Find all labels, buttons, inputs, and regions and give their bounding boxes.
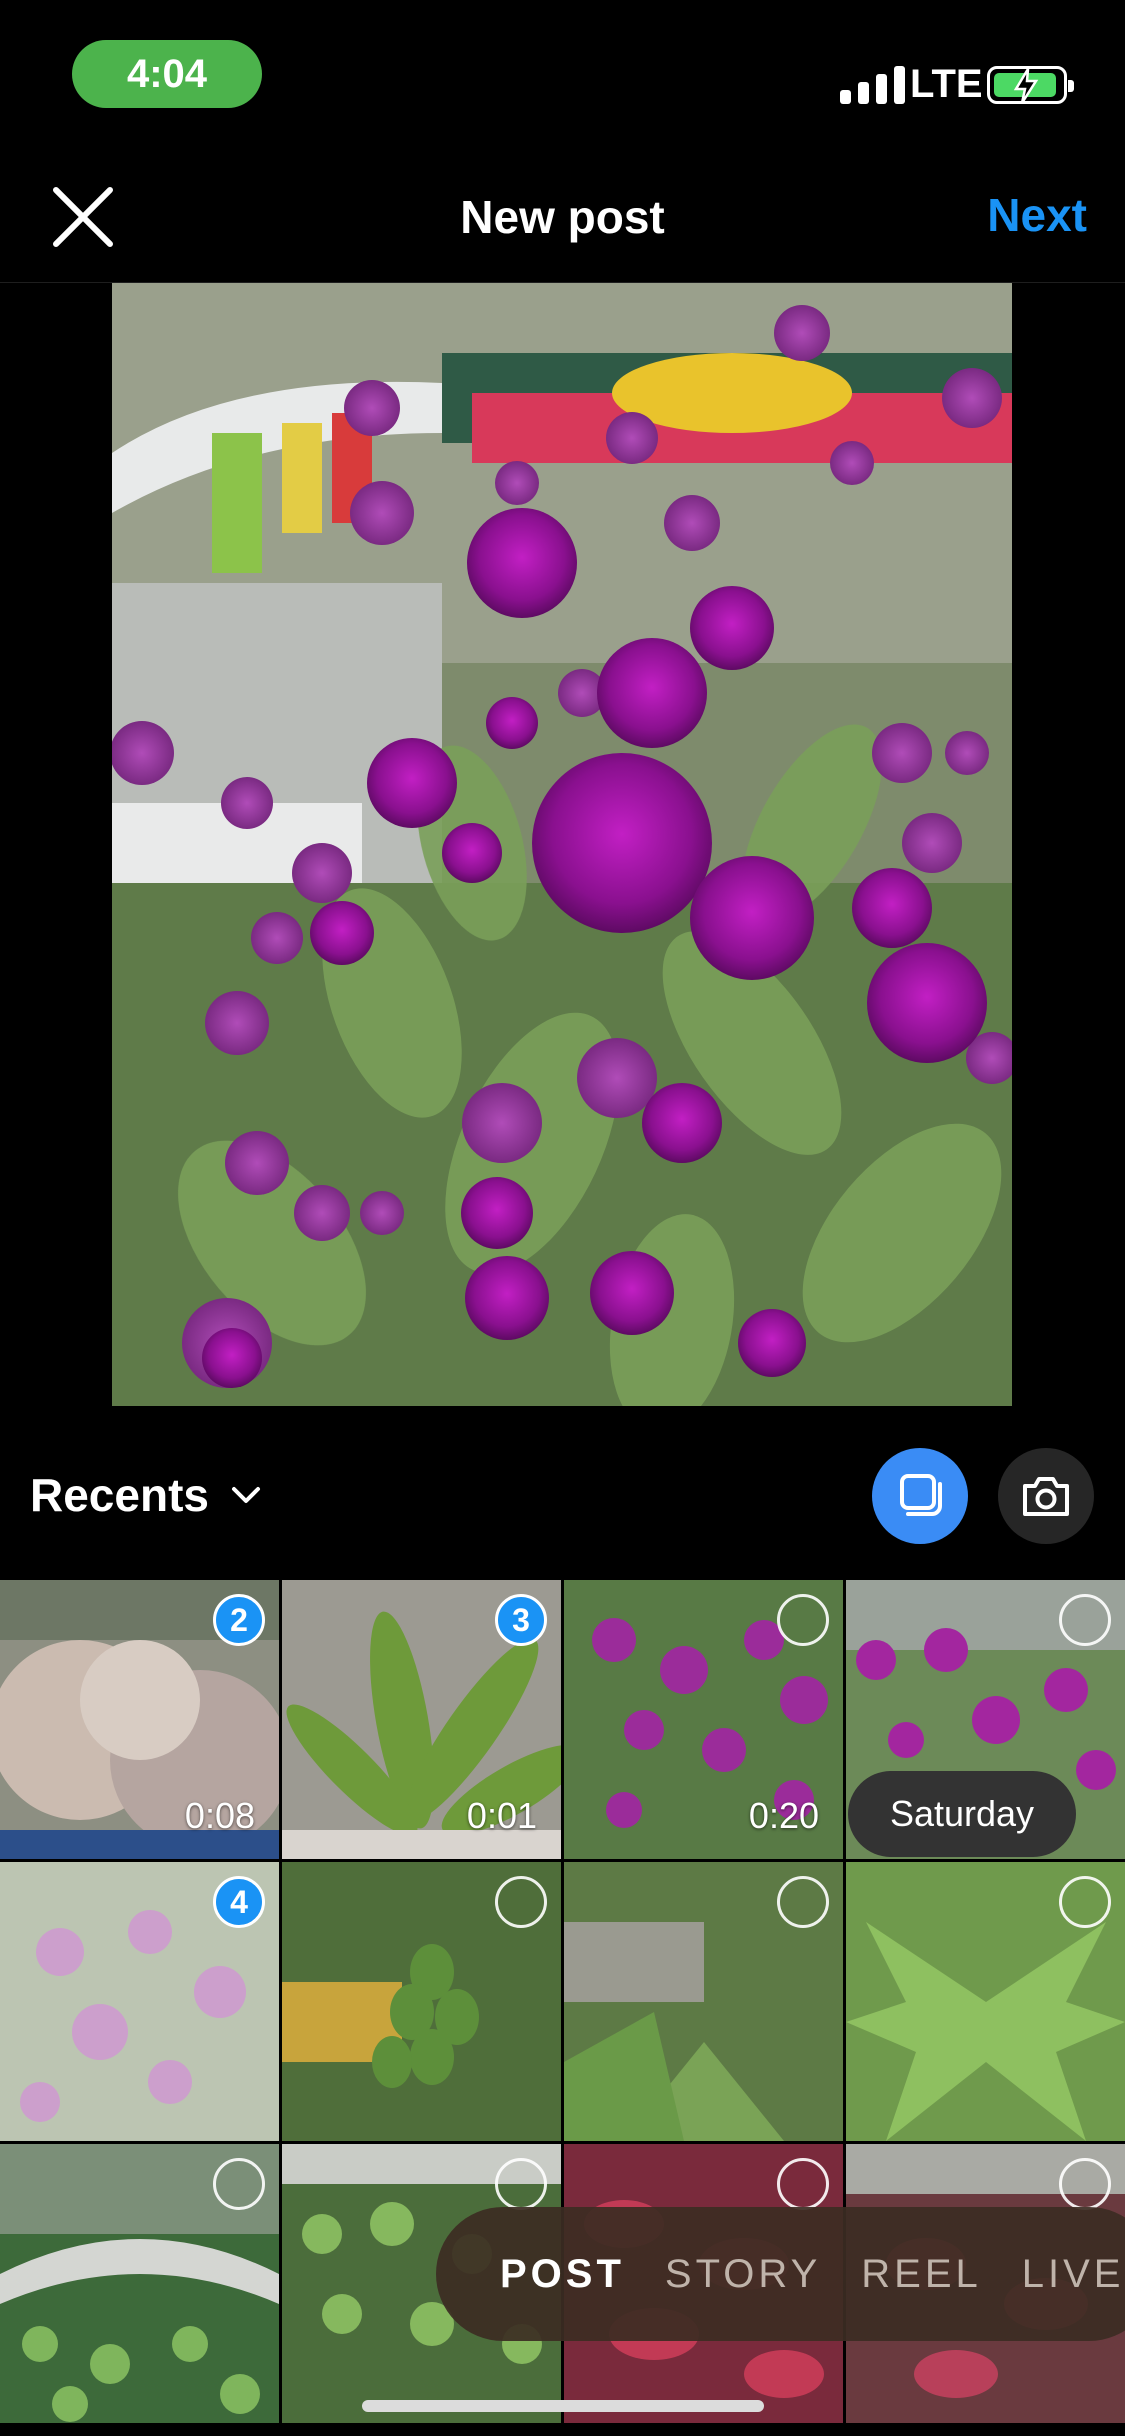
album-name: Recents bbox=[30, 1469, 209, 1521]
select-multiple-button[interactable] bbox=[872, 1448, 968, 1544]
video-duration: 0:08 bbox=[184, 1795, 255, 1836]
battery-icon bbox=[987, 66, 1074, 104]
video-duration: 0:20 bbox=[748, 1795, 819, 1836]
album-selector[interactable]: Recents bbox=[30, 1468, 261, 1522]
mode-switcher: POST STORY REEL LIVE bbox=[436, 2207, 1125, 2341]
selection-circle bbox=[495, 2158, 547, 2210]
grid-item[interactable] bbox=[846, 1862, 1125, 2141]
video-duration: 0:01 bbox=[466, 1795, 537, 1836]
status-time: 4:04 bbox=[72, 40, 262, 108]
selection-circle bbox=[777, 2158, 829, 2210]
next-button[interactable]: Next bbox=[987, 188, 1087, 242]
page-title: New post bbox=[460, 191, 665, 243]
mode-story[interactable]: STORY bbox=[665, 2252, 821, 2297]
selection-badge: 4 bbox=[213, 1876, 265, 1928]
status-bar: 4:04 LTE bbox=[0, 0, 1125, 150]
camera-button[interactable] bbox=[998, 1448, 1094, 1544]
selection-circle bbox=[777, 1876, 829, 1928]
signal-icon bbox=[840, 66, 905, 104]
selection-badge: 2 bbox=[213, 1594, 265, 1646]
grid-item[interactable]: 3 0:01 bbox=[282, 1580, 561, 1859]
selection-circle bbox=[1059, 1876, 1111, 1928]
date-scroll-indicator: Saturday bbox=[848, 1771, 1076, 1857]
gallery-toolbar: Recents bbox=[0, 1406, 1125, 1580]
camera-icon bbox=[1023, 1477, 1069, 1516]
mode-live[interactable]: LIVE bbox=[1022, 2252, 1125, 2297]
multi-select-icon bbox=[900, 1474, 942, 1516]
selection-badge: 3 bbox=[495, 1594, 547, 1646]
grid-item[interactable]: 0:20 bbox=[564, 1580, 843, 1859]
mode-post[interactable]: POST bbox=[500, 2252, 625, 2297]
selected-photo-preview[interactable] bbox=[112, 283, 1012, 1406]
grid-item[interactable]: 2 0:08 bbox=[0, 1580, 279, 1859]
grid-item[interactable] bbox=[564, 1862, 843, 2141]
selection-circle bbox=[1059, 2158, 1111, 2210]
selection-circle bbox=[1059, 1594, 1111, 1646]
grid-item[interactable] bbox=[282, 1862, 561, 2141]
selection-circle bbox=[495, 1876, 547, 1928]
grid-item[interactable] bbox=[0, 2144, 279, 2423]
selection-circle bbox=[213, 2158, 265, 2210]
flower-photo bbox=[112, 283, 1012, 1406]
selection-circle bbox=[777, 1594, 829, 1646]
header: New post Next bbox=[0, 150, 1125, 283]
network-label: LTE bbox=[910, 62, 983, 106]
home-indicator[interactable] bbox=[362, 2400, 764, 2412]
grid-item[interactable]: 4 bbox=[0, 1862, 279, 2141]
chevron-down-icon bbox=[231, 1487, 260, 1503]
mode-reel[interactable]: REEL bbox=[861, 2252, 982, 2297]
